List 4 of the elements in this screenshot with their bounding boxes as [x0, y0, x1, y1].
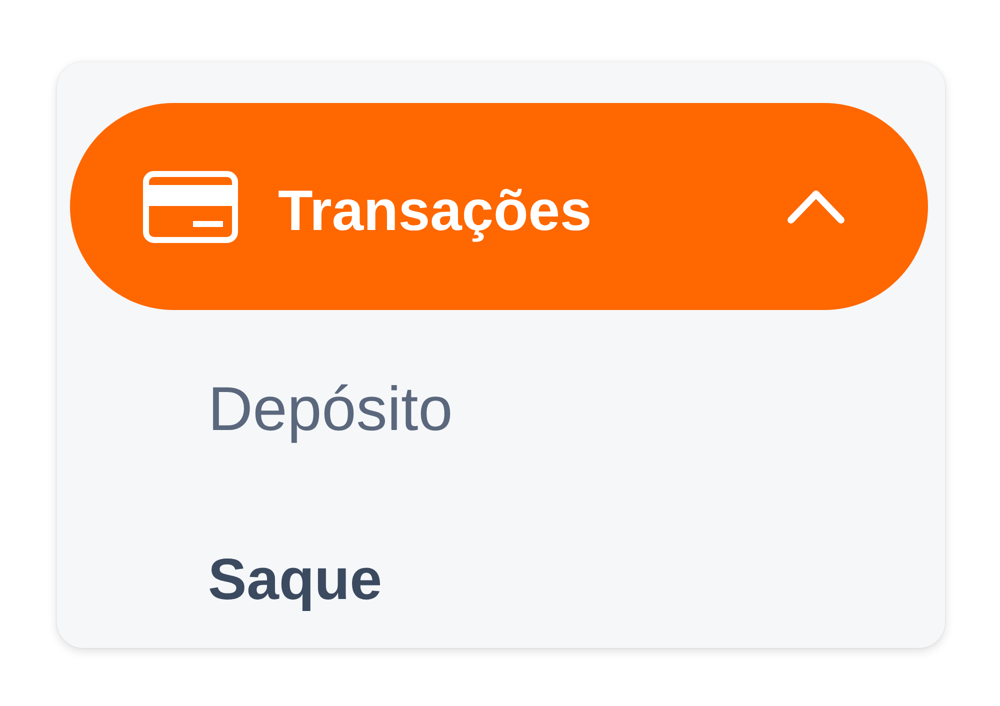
menu-item[interactable]: Transações [70, 103, 928, 310]
credit-card-icon [143, 170, 238, 242]
submenu-item[interactable]: Saque [208, 547, 382, 614]
submenu-item[interactable]: Depósito [208, 374, 453, 446]
